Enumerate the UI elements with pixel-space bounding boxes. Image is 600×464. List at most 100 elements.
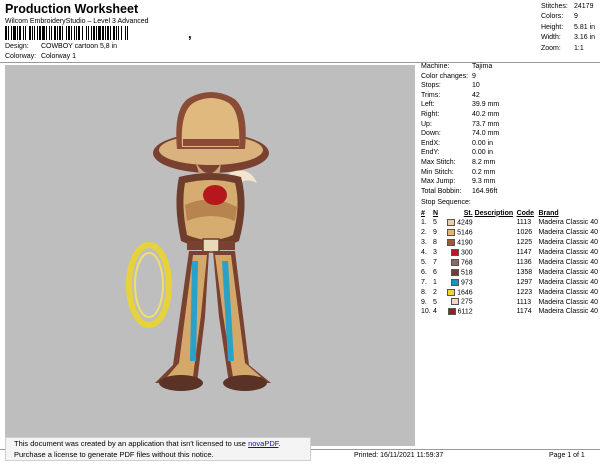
col-num: # xyxy=(421,209,425,217)
param-row: Stops: 10 xyxy=(421,81,597,91)
cowboy-embroidery-image xyxy=(126,92,271,391)
stat-label: Colors: xyxy=(541,13,564,21)
color-swatch xyxy=(450,268,459,276)
stat-colors: Colors: 9 xyxy=(541,12,595,22)
machine-parameters: Machine: Tajima Color changes: 9 Stops: 10 Tri… xyxy=(421,62,597,196)
stat-label: Height: xyxy=(541,23,564,31)
row-brand: Madeira Classic 40 xyxy=(538,268,598,276)
row-needle: 1 xyxy=(432,278,437,286)
novapdf-link[interactable]: novaPDF xyxy=(248,439,278,448)
col-st: St. xyxy=(463,209,473,217)
row-brand: Madeira Classic 40 xyxy=(538,239,598,247)
stat-width: Width: 3.16 in xyxy=(541,33,595,43)
param-value: 39.9 mm xyxy=(472,101,500,109)
stop-sequence-row: 6. 6 518 1358 Madeira Classic 40 xyxy=(421,267,600,277)
notice-line-2: Purchase a license to generate PDF files… xyxy=(14,449,214,459)
stop-sequence-row: 9. 5 275 1113 Madeira Classic 40 xyxy=(421,297,600,307)
row-stitch-count: 1646 xyxy=(457,288,473,296)
param-value: 42 xyxy=(472,91,480,99)
row-stitches: 275 xyxy=(443,297,475,307)
stop-sequence-row: 3. 8 4190 1225 Madeira Classic 40 xyxy=(421,238,600,248)
param-value: 73.7 mm xyxy=(472,120,500,128)
param-value: 0.00 in xyxy=(472,139,494,147)
stop-sequence-row: 2. 9 5146 1026 Madeira Classic 40 xyxy=(421,228,600,238)
row-description xyxy=(475,238,517,248)
row-description xyxy=(475,228,517,238)
param-row: Total Bobbin: 164.96ft xyxy=(421,187,597,197)
row-needle: 7 xyxy=(432,259,437,266)
row-needle: 6 xyxy=(432,268,437,276)
param-row: EndX: 0.00 in xyxy=(421,139,597,149)
param-row: Color changes: 9 xyxy=(421,72,597,82)
row-num: 10. xyxy=(421,308,431,316)
row-num: 6. xyxy=(421,268,427,276)
notice-line-1: This document was created by an applicat… xyxy=(14,439,302,450)
row-code: 1225 xyxy=(516,239,533,247)
param-label: EndX: xyxy=(421,139,441,147)
row-brand: Madeira Classic 40 xyxy=(538,298,598,306)
row-description xyxy=(475,248,517,258)
row-stitch-count: 5146 xyxy=(457,229,473,237)
row-stitches: 300 xyxy=(443,248,475,258)
param-label: Trims: xyxy=(421,91,441,99)
design-label: Design: xyxy=(5,43,29,50)
row-code: 1358 xyxy=(516,268,533,276)
row-stitch-count: 768 xyxy=(460,259,473,267)
pdf-notice: This document was created by an applicat… xyxy=(5,437,311,461)
param-row: Max Jump: 9.3 mm xyxy=(421,177,597,187)
stat-value: 24179 xyxy=(574,3,594,10)
row-num: 4. xyxy=(421,249,427,257)
param-value: 9.3 mm xyxy=(472,178,496,186)
page-number: Page 1 of 1 xyxy=(549,452,585,459)
param-row: Max Stitch: 8.2 mm xyxy=(421,158,597,168)
stat-stitches: Stitches: 24179 xyxy=(541,2,595,12)
row-needle: 4 xyxy=(432,308,437,316)
param-row: Right: 40.2 mm xyxy=(421,110,597,120)
stop-sequence-table: # N St. Description Code Brand 1. 5 4249 11… xyxy=(421,208,600,317)
param-value: 40.2 mm xyxy=(472,110,500,118)
param-value: 10 xyxy=(472,82,480,90)
row-num: 2. xyxy=(421,229,427,237)
row-stitch-count: 6112 xyxy=(457,308,473,316)
notice-text: This document was created by an applicat… xyxy=(14,439,249,448)
row-brand: Madeira Classic 40 xyxy=(538,229,598,237)
stat-value: 9 xyxy=(574,13,578,21)
color-swatch xyxy=(447,219,456,227)
row-num: 7. xyxy=(421,278,427,286)
row-needle: 2 xyxy=(432,288,437,296)
param-label: Max Jump: xyxy=(421,178,456,186)
row-needle: 3 xyxy=(432,249,437,257)
row-needle: 5 xyxy=(432,219,437,227)
row-stitches: 6112 xyxy=(443,307,475,317)
stat-zoom: Zoom: 1:1 xyxy=(541,44,595,54)
row-stitches: 1646 xyxy=(443,287,475,297)
stop-sequence-row: 4. 3 300 1147 Madeira Classic 40 xyxy=(421,248,600,258)
stop-sequence-row: 1. 5 4249 1113 Madeira Classic 40 xyxy=(421,218,600,228)
param-label: Max Stitch: xyxy=(421,158,456,166)
param-row: Up: 73.7 mm xyxy=(421,120,597,130)
param-row: Down: 74.0 mm xyxy=(421,129,597,139)
param-label: EndY: xyxy=(421,149,440,157)
row-description xyxy=(475,277,517,287)
row-stitches: 4249 xyxy=(443,218,475,228)
color-swatch xyxy=(450,278,459,286)
row-description xyxy=(475,258,517,268)
param-row: EndY: 0.00 in xyxy=(421,148,597,158)
design-value: COWBOY cartoon 5,8 in xyxy=(40,43,118,50)
row-code: 1136 xyxy=(516,259,532,266)
design-preview xyxy=(5,65,415,446)
param-label: Min Stitch: xyxy=(421,168,454,176)
row-description xyxy=(475,267,517,277)
stop-sequence-row: 5. 7 768 1136 Madeira Classic 40 xyxy=(421,258,600,268)
stop-sequence-header: # N St. Description Code Brand xyxy=(421,208,600,218)
stat-label: Stitches: xyxy=(541,3,568,10)
param-value: 164.96ft xyxy=(472,187,498,195)
colorway-value: Colorway 1 xyxy=(40,53,76,60)
param-label: Right: xyxy=(421,110,440,118)
row-brand: Madeira Classic 40 xyxy=(538,259,598,266)
stat-label: Width: xyxy=(541,34,561,42)
stat-label: Zoom: xyxy=(541,44,561,52)
row-stitches: 518 xyxy=(443,267,475,277)
col-description: Description xyxy=(474,209,514,217)
row-code: 1174 xyxy=(516,308,532,316)
